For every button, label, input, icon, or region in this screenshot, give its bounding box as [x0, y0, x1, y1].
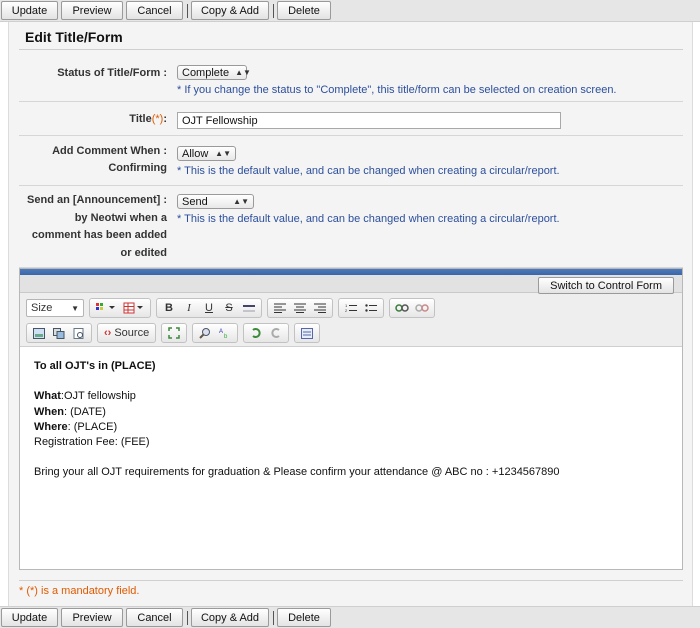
add-comment-label: Add Comment When : Confirming	[52, 145, 167, 174]
delete-button[interactable]: Delete	[277, 1, 331, 20]
template-icon[interactable]	[49, 325, 69, 341]
align-center-icon[interactable]	[290, 300, 310, 316]
unlink-icon[interactable]	[412, 300, 432, 316]
font-size-combo[interactable]: Size ▼	[26, 299, 84, 317]
remove-format-icon[interactable]	[239, 300, 259, 316]
show-blocks-icon[interactable]	[297, 325, 317, 341]
toolbar-row-1: Size ▼ B I U S 1 2	[26, 297, 676, 319]
copy-add-button[interactable]: Copy & Add	[191, 608, 269, 627]
announcement-row: Send an [Announcement] : by Neotwi when …	[19, 186, 683, 268]
status-field: Complete ▲▼ * If you change the status to…	[177, 65, 617, 96]
top-action-bar: Update Preview Cancel Copy & Add Delete	[0, 0, 700, 22]
align-right-icon[interactable]	[310, 300, 330, 316]
source-button[interactable]: ‹› Source	[100, 327, 153, 339]
editor-switch-bar: Switch to Control Form	[20, 275, 682, 294]
add-comment-field: Allow ▲▼ * This is the default value, and…	[177, 146, 560, 177]
bullet-list-icon[interactable]	[361, 300, 381, 316]
preview-button[interactable]: Preview	[61, 1, 123, 20]
redo-icon[interactable]	[266, 325, 286, 341]
updown-arrow-icon: ▲▼	[233, 197, 249, 206]
link-icon[interactable]	[392, 300, 412, 316]
align-group	[267, 298, 333, 318]
add-comment-row: Add Comment When : Confirming Allow ▲▼ * …	[19, 136, 683, 186]
history-group	[243, 323, 290, 343]
numbered-list-icon[interactable]: 12	[341, 300, 361, 316]
source-group: ‹› Source	[97, 323, 157, 343]
update-button[interactable]: Update	[1, 608, 58, 627]
status-hint: * If you change the status to "Complete"…	[177, 84, 617, 96]
search-group: Ab	[192, 323, 239, 343]
status-row: Status of Title/Form : Complete ▲▼ * If y…	[19, 54, 683, 102]
title-input[interactable]	[177, 112, 561, 129]
svg-text:2: 2	[345, 308, 348, 313]
announcement-select[interactable]: Send ▲▼	[177, 194, 254, 209]
italic-icon[interactable]: I	[179, 300, 199, 316]
announcement-label: Send an [Announcement] : by Neotwi when …	[27, 194, 167, 259]
separator	[273, 3, 274, 18]
content-fee: Registration Fee: (FEE)	[34, 436, 150, 449]
image-icon[interactable]	[29, 325, 49, 341]
update-button[interactable]: Update	[1, 1, 58, 20]
content-closing: Bring your all OJT requirements for grad…	[34, 466, 560, 479]
status-label: Status of Title/Form :	[57, 67, 167, 79]
content-greeting: To all OJT's in (PLACE)	[34, 360, 156, 372]
add-comment-select[interactable]: Allow ▲▼	[177, 146, 236, 161]
delete-button[interactable]: Delete	[277, 608, 331, 627]
block-group	[294, 323, 321, 343]
editor-toolbar: Size ▼ B I U S 1 2 ‹› Source A b	[20, 293, 682, 347]
announcement-field: Send ▲▼ * This is the default value, and …	[177, 194, 560, 225]
source-code-icon: ‹›	[104, 327, 112, 339]
table-icon[interactable]	[120, 300, 148, 316]
separator	[187, 610, 188, 625]
preview-page-icon[interactable]	[69, 325, 89, 341]
color-group	[89, 298, 151, 318]
maximize-icon[interactable]	[164, 325, 184, 341]
bottom-action-bar: Update Preview Cancel Copy & Add Delete	[0, 606, 700, 628]
bold-icon[interactable]: B	[159, 300, 179, 316]
insert-group	[26, 323, 92, 343]
updown-arrow-icon: ▲▼	[235, 68, 251, 77]
maximize-group	[161, 323, 188, 343]
preview-button[interactable]: Preview	[61, 608, 123, 627]
svg-text:A: A	[219, 329, 223, 335]
mandatory-note: * (*) is a mandatory field.	[19, 580, 683, 597]
content-when: When: (DATE)	[34, 405, 106, 418]
title-field	[177, 112, 561, 129]
page-title: Edit Title/Form	[25, 29, 123, 45]
title-bar: Edit Title/Form	[19, 28, 683, 50]
cancel-button[interactable]: Cancel	[126, 608, 183, 627]
content-where: Where: (PLACE)	[34, 420, 118, 433]
status-select[interactable]: Complete ▲▼	[177, 65, 251, 80]
svg-text:b: b	[224, 334, 228, 339]
separator	[273, 610, 274, 625]
announcement-hint: * This is the default value, and can be …	[177, 213, 560, 225]
switch-to-control-form-button[interactable]: Switch to Control Form	[538, 277, 674, 294]
text-color-icon[interactable]	[92, 300, 120, 316]
format-group: B I U S	[156, 298, 262, 318]
copy-add-button[interactable]: Copy & Add	[191, 1, 269, 20]
underline-icon[interactable]: U	[199, 300, 219, 316]
undo-icon[interactable]	[246, 325, 266, 341]
link-group	[389, 298, 435, 318]
title-row: Title(*):	[19, 102, 683, 136]
list-group: 12	[338, 298, 384, 318]
updown-arrow-icon: ▲▼	[215, 149, 231, 158]
separator	[187, 3, 188, 18]
find-icon[interactable]	[195, 325, 215, 341]
cancel-button[interactable]: Cancel	[126, 1, 183, 20]
editor-content[interactable]: To all OJT's in (PLACE) What:OJT fellows…	[20, 347, 682, 493]
content-what: What:OJT fellowship	[34, 390, 136, 403]
toolbar-row-2: ‹› Source Ab	[26, 322, 676, 344]
rich-text-editor: Switch to Control Form Size ▼ B I U S 1 …	[19, 268, 683, 570]
replace-icon[interactable]: Ab	[215, 325, 235, 341]
align-left-icon[interactable]	[270, 300, 290, 316]
strikethrough-icon[interactable]: S	[219, 300, 239, 316]
title-label: Title(*):	[129, 113, 167, 125]
add-comment-hint: * This is the default value, and can be …	[177, 165, 560, 177]
edit-panel: Edit Title/Form Status of Title/Form : C…	[8, 22, 693, 606]
caret-down-icon: ▼	[71, 303, 79, 313]
